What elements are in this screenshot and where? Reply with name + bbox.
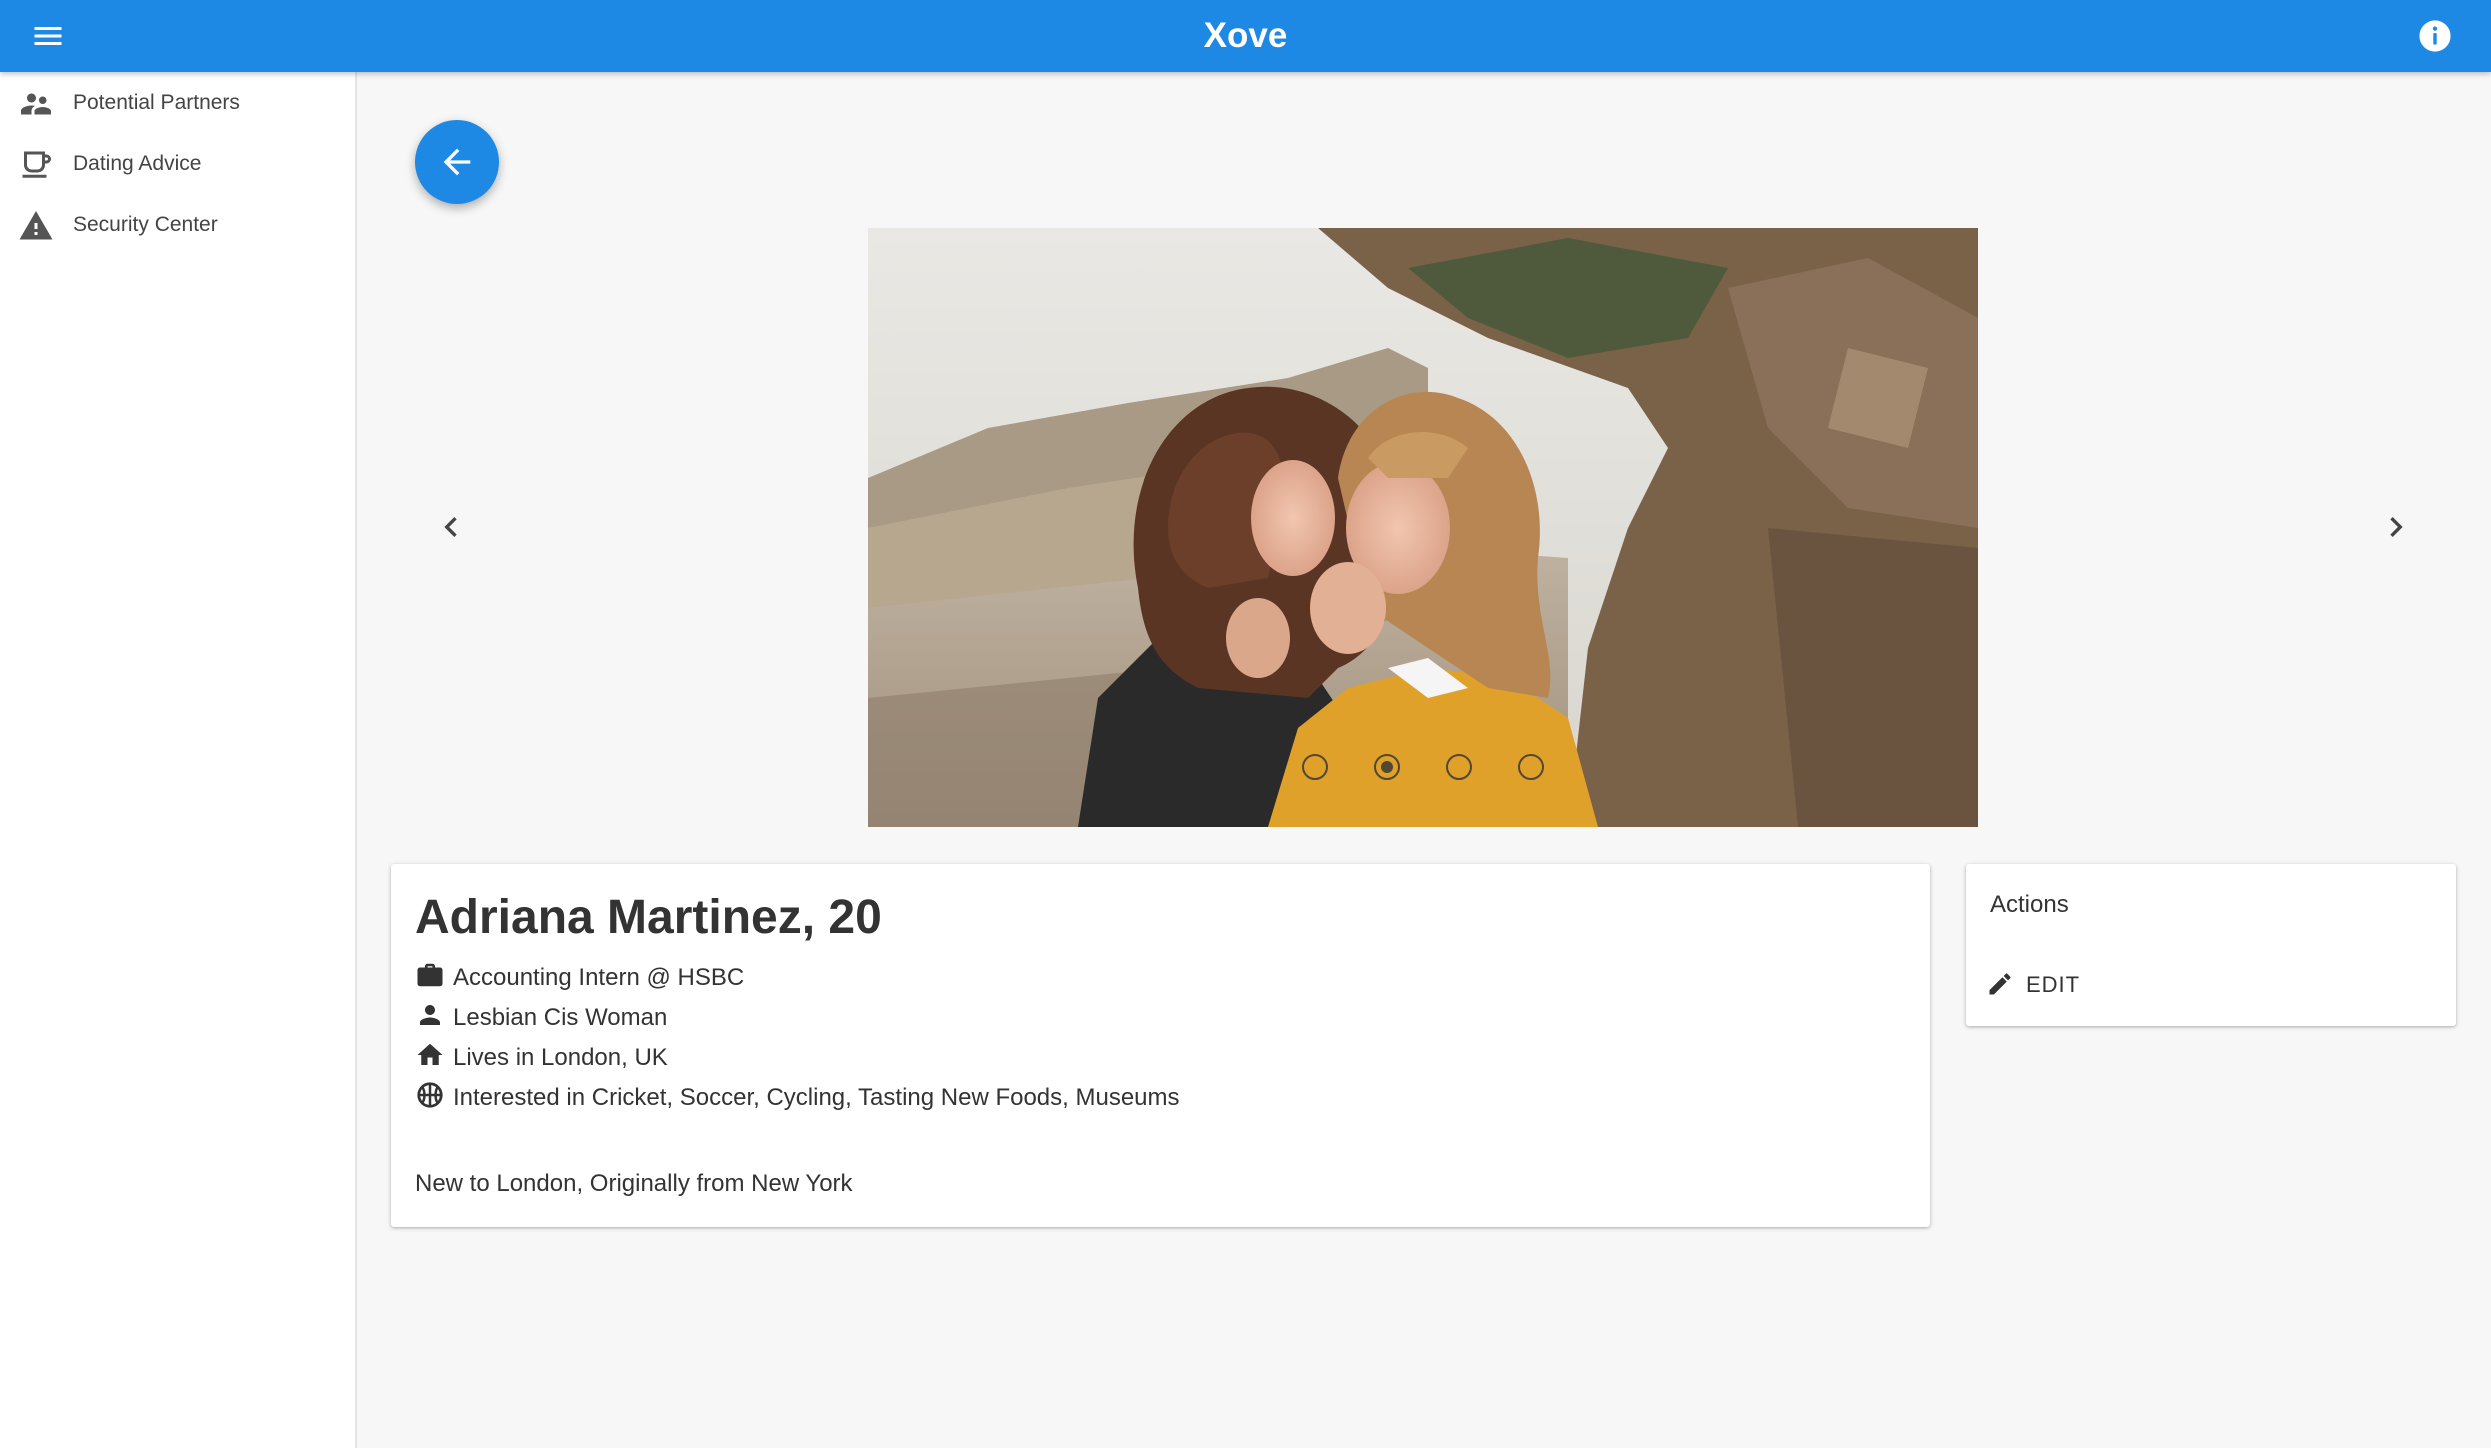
profile-name: Adriana Martinez, 20 (415, 891, 882, 944)
chevron-right-icon (2390, 517, 2403, 537)
detail-text: Lesbian Cis Woman (453, 1004, 668, 1031)
sidebar-item-potential-partners[interactable]: Potential Partners (0, 72, 355, 133)
profile-bio: New to London, Originally from New York (415, 1170, 853, 1197)
sidebar-item-security-center[interactable]: Security Center (0, 194, 355, 255)
home-icon (415, 1040, 445, 1070)
hamburger-menu-icon[interactable] (30, 18, 66, 54)
carousel-next-button[interactable] (2376, 507, 2416, 547)
actions-card: Actions EDIT (1966, 864, 2456, 1026)
chevron-left-icon (444, 517, 457, 537)
people-icon (18, 86, 54, 122)
sports-ball-icon (415, 1080, 445, 1110)
app-bar: Xove (0, 0, 2491, 72)
detail-text: Lives in London, UK (453, 1044, 668, 1071)
edit-label: EDIT (2026, 972, 2081, 997)
briefcase-icon (415, 960, 445, 990)
carousel-prev-button[interactable] (431, 507, 471, 547)
actions-title: Actions (1990, 891, 2069, 918)
sidebar-item-dating-advice[interactable]: Dating Advice (0, 133, 355, 194)
app-title: Xove (1203, 16, 1288, 55)
carousel-dot[interactable] (1302, 754, 1328, 780)
info-icon[interactable] (2418, 19, 2452, 53)
carousel-dot[interactable] (1446, 754, 1472, 780)
back-button[interactable] (415, 120, 499, 204)
coffee-cup-icon (18, 147, 54, 183)
sidebar-item-label: Security Center (73, 213, 218, 236)
profile-card: Adriana Martinez, 20 Accounting Intern @… (391, 864, 1930, 1227)
warning-icon (18, 208, 54, 244)
carousel-dot[interactable] (1518, 754, 1544, 780)
detail-text: Accounting Intern @ HSBC (453, 964, 745, 991)
profile-photo (868, 228, 1978, 827)
sidebar-item-label: Potential Partners (73, 91, 240, 114)
pencil-icon (1986, 970, 2014, 998)
person-icon (415, 1000, 445, 1030)
carousel-dot-active[interactable] (1374, 754, 1400, 780)
sidebar: Potential Partners Dating Advice Securit… (0, 72, 357, 1448)
sidebar-item-label: Dating Advice (73, 152, 202, 175)
arrow-left-icon (443, 148, 471, 176)
edit-button[interactable]: EDIT (1986, 964, 2096, 1004)
detail-text: Interested in Cricket, Soccer, Cycling, … (453, 1084, 1180, 1111)
